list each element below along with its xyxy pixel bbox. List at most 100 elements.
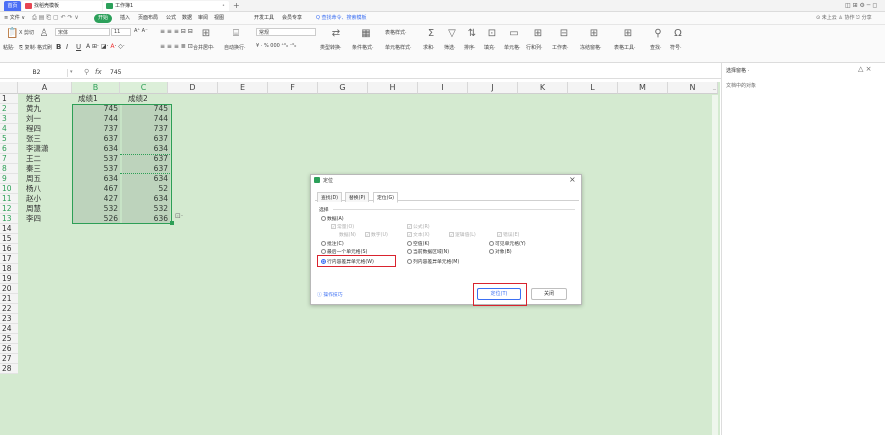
tab-workbook[interactable]: 工作簿1 •	[103, 1, 229, 11]
row-header-12[interactable]: 12	[0, 204, 18, 214]
quick-analysis-icon[interactable]: ⊡·	[175, 212, 183, 220]
symbol-button[interactable]: 符号·	[670, 44, 682, 51]
table-cell[interactable]: 刘一	[20, 114, 72, 124]
format-painter-button[interactable]: 格式刷	[37, 44, 52, 51]
font-name-select[interactable]: 宋体	[55, 28, 110, 36]
merge-icon[interactable]: ⊞	[200, 28, 212, 40]
checkbox-constant[interactable]: ✓	[331, 224, 336, 229]
row-header-19[interactable]: 19	[0, 274, 18, 284]
radio-col-diff[interactable]	[407, 259, 412, 264]
row-col-icon[interactable]: ⊞	[532, 28, 544, 40]
menu-formulas[interactable]: 公式	[166, 14, 176, 23]
option-comment[interactable]: 批注(C)	[321, 240, 344, 247]
row-header-10[interactable]: 10	[0, 184, 18, 194]
radio-current-region[interactable]	[407, 249, 412, 254]
align-h-icons[interactable]: ≡ ≡ ≡ ≣ ⊡	[160, 43, 193, 50]
fill-icon[interactable]: ⊡	[486, 28, 498, 40]
menu-developer[interactable]: 开发工具	[254, 14, 274, 23]
table-cell[interactable]: 周五	[20, 174, 72, 184]
option-object[interactable]: 对象(B)	[489, 248, 512, 255]
sort-button[interactable]: 排序·	[464, 44, 476, 51]
column-header-M[interactable]: M	[618, 82, 668, 94]
column-header-J[interactable]: J	[468, 82, 518, 94]
sum-button[interactable]: 求和·	[423, 44, 435, 51]
column-header-H[interactable]: H	[368, 82, 418, 94]
number-format-select[interactable]: 常规	[256, 28, 316, 36]
collapse-arrow-icon[interactable]: ─	[713, 87, 716, 93]
option-col-diff[interactable]: 列内容差异单元格(M)	[407, 258, 459, 265]
row-header-1[interactable]: 1	[0, 94, 18, 104]
table-cell[interactable]: 周慧	[20, 204, 72, 214]
row-header-3[interactable]: 3	[0, 114, 18, 124]
row-header-13[interactable]: 13	[0, 214, 18, 224]
row-header-4[interactable]: 4	[0, 124, 18, 134]
menu-home[interactable]: 开始	[94, 14, 113, 23]
column-header-I[interactable]: I	[418, 82, 468, 94]
row-header-28[interactable]: 28	[0, 364, 18, 374]
option-data[interactable]: 数据(A)	[321, 215, 344, 222]
row-header-17[interactable]: 17	[0, 254, 18, 264]
command-search[interactable]: Q 查找命令、搜索模板	[316, 14, 367, 23]
table-style-button[interactable]: 表格样式·	[385, 29, 407, 36]
table-tools-icon[interactable]: ⊞	[622, 28, 634, 40]
pane-controls[interactable]: △ ×	[858, 65, 871, 73]
column-header-D[interactable]: D	[168, 82, 218, 94]
wrap-text-button[interactable]: 自动换行·	[224, 44, 246, 51]
menu-view[interactable]: 视图	[214, 14, 224, 23]
tab-template[interactable]: 找稻壳模板	[22, 1, 102, 11]
column-header-G[interactable]: G	[318, 82, 368, 94]
checkbox-error[interactable]: ✓	[497, 232, 502, 237]
freeze-icon[interactable]: ⊞	[588, 28, 600, 40]
row-header-7[interactable]: 7	[0, 154, 18, 164]
worksheet-icon[interactable]: ⊟	[558, 28, 570, 40]
row-header-6[interactable]: 6	[0, 144, 18, 154]
table-header-cell[interactable]: 成绩1	[72, 94, 120, 104]
vertical-scrollbar[interactable]	[712, 95, 718, 435]
menu-insert[interactable]: 插入	[120, 14, 130, 23]
check-logical[interactable]: ✓ 逻辑值(L)	[449, 231, 476, 238]
menu-page-layout[interactable]: 页面布局	[138, 14, 158, 23]
table-cell[interactable]: 程四	[20, 124, 72, 134]
check-constant[interactable]: ✓ 常量(O)	[331, 223, 354, 230]
align-top-icons[interactable]: ≡ ≡ ≡ ⊟ ⊟	[160, 28, 193, 35]
fill-button[interactable]: 填充·	[484, 44, 496, 51]
filter-button[interactable]: 筛选·	[444, 44, 456, 51]
paste-button[interactable]: 粘贴·	[3, 44, 15, 51]
tab-goto[interactable]: 定位(G)	[373, 192, 399, 203]
row-header-15[interactable]: 15	[0, 234, 18, 244]
formula-input[interactable]: 745	[110, 69, 121, 77]
row-header-24[interactable]: 24	[0, 324, 18, 334]
row-header-22[interactable]: 22	[0, 304, 18, 314]
wrap-text-icon[interactable]: ⌸	[230, 28, 242, 40]
dialog-close-icon[interactable]: ×	[569, 175, 576, 184]
underline-button[interactable]: U	[76, 43, 81, 51]
table-cell[interactable]: 黄九	[20, 104, 72, 114]
close-button[interactable]: 关闭	[531, 288, 567, 300]
row-header-18[interactable]: 18	[0, 264, 18, 274]
menu-review[interactable]: 审阅	[198, 14, 208, 23]
option-current-region[interactable]: 当前数据区域(N)	[407, 248, 449, 255]
paste-icon[interactable]: 📋	[6, 28, 18, 40]
option-visible[interactable]: 可见单元格(Y)	[489, 240, 526, 247]
symbol-icon[interactable]: Ω	[672, 28, 684, 40]
row-header-26[interactable]: 26	[0, 344, 18, 354]
table-cell[interactable]: 李潇潇	[20, 144, 72, 154]
table-cell[interactable]: 赵小	[20, 194, 72, 204]
column-header-A[interactable]: A	[18, 82, 72, 94]
checkbox-text[interactable]: ✓	[407, 232, 412, 237]
bold-button[interactable]: B	[56, 43, 61, 51]
worksheet-button[interactable]: 工作表·	[552, 44, 569, 51]
type-convert-button[interactable]: 类型转换·	[320, 44, 342, 51]
cell-icon[interactable]: ▭	[508, 28, 520, 40]
cloud-collab-share[interactable]: ⊙ 未上云 ♙ 协作 ⎋ 分享	[816, 14, 872, 23]
menu-data[interactable]: 数据	[182, 14, 192, 23]
italic-button[interactable]: I	[66, 43, 68, 51]
merge-center-button[interactable]: 合并居中·	[193, 44, 215, 51]
sum-icon[interactable]: Σ	[425, 28, 437, 40]
number-format-tools[interactable]: ¥ · % 000 ⁺⁰₀ ⁻⁰₀	[256, 43, 296, 49]
column-header-F[interactable]: F	[268, 82, 318, 94]
select-all-corner[interactable]	[0, 82, 18, 94]
radio-comment[interactable]	[321, 241, 326, 246]
table-cell[interactable]: 王二	[20, 154, 72, 164]
name-box-dropdown-icon[interactable]: ▾	[70, 69, 73, 75]
